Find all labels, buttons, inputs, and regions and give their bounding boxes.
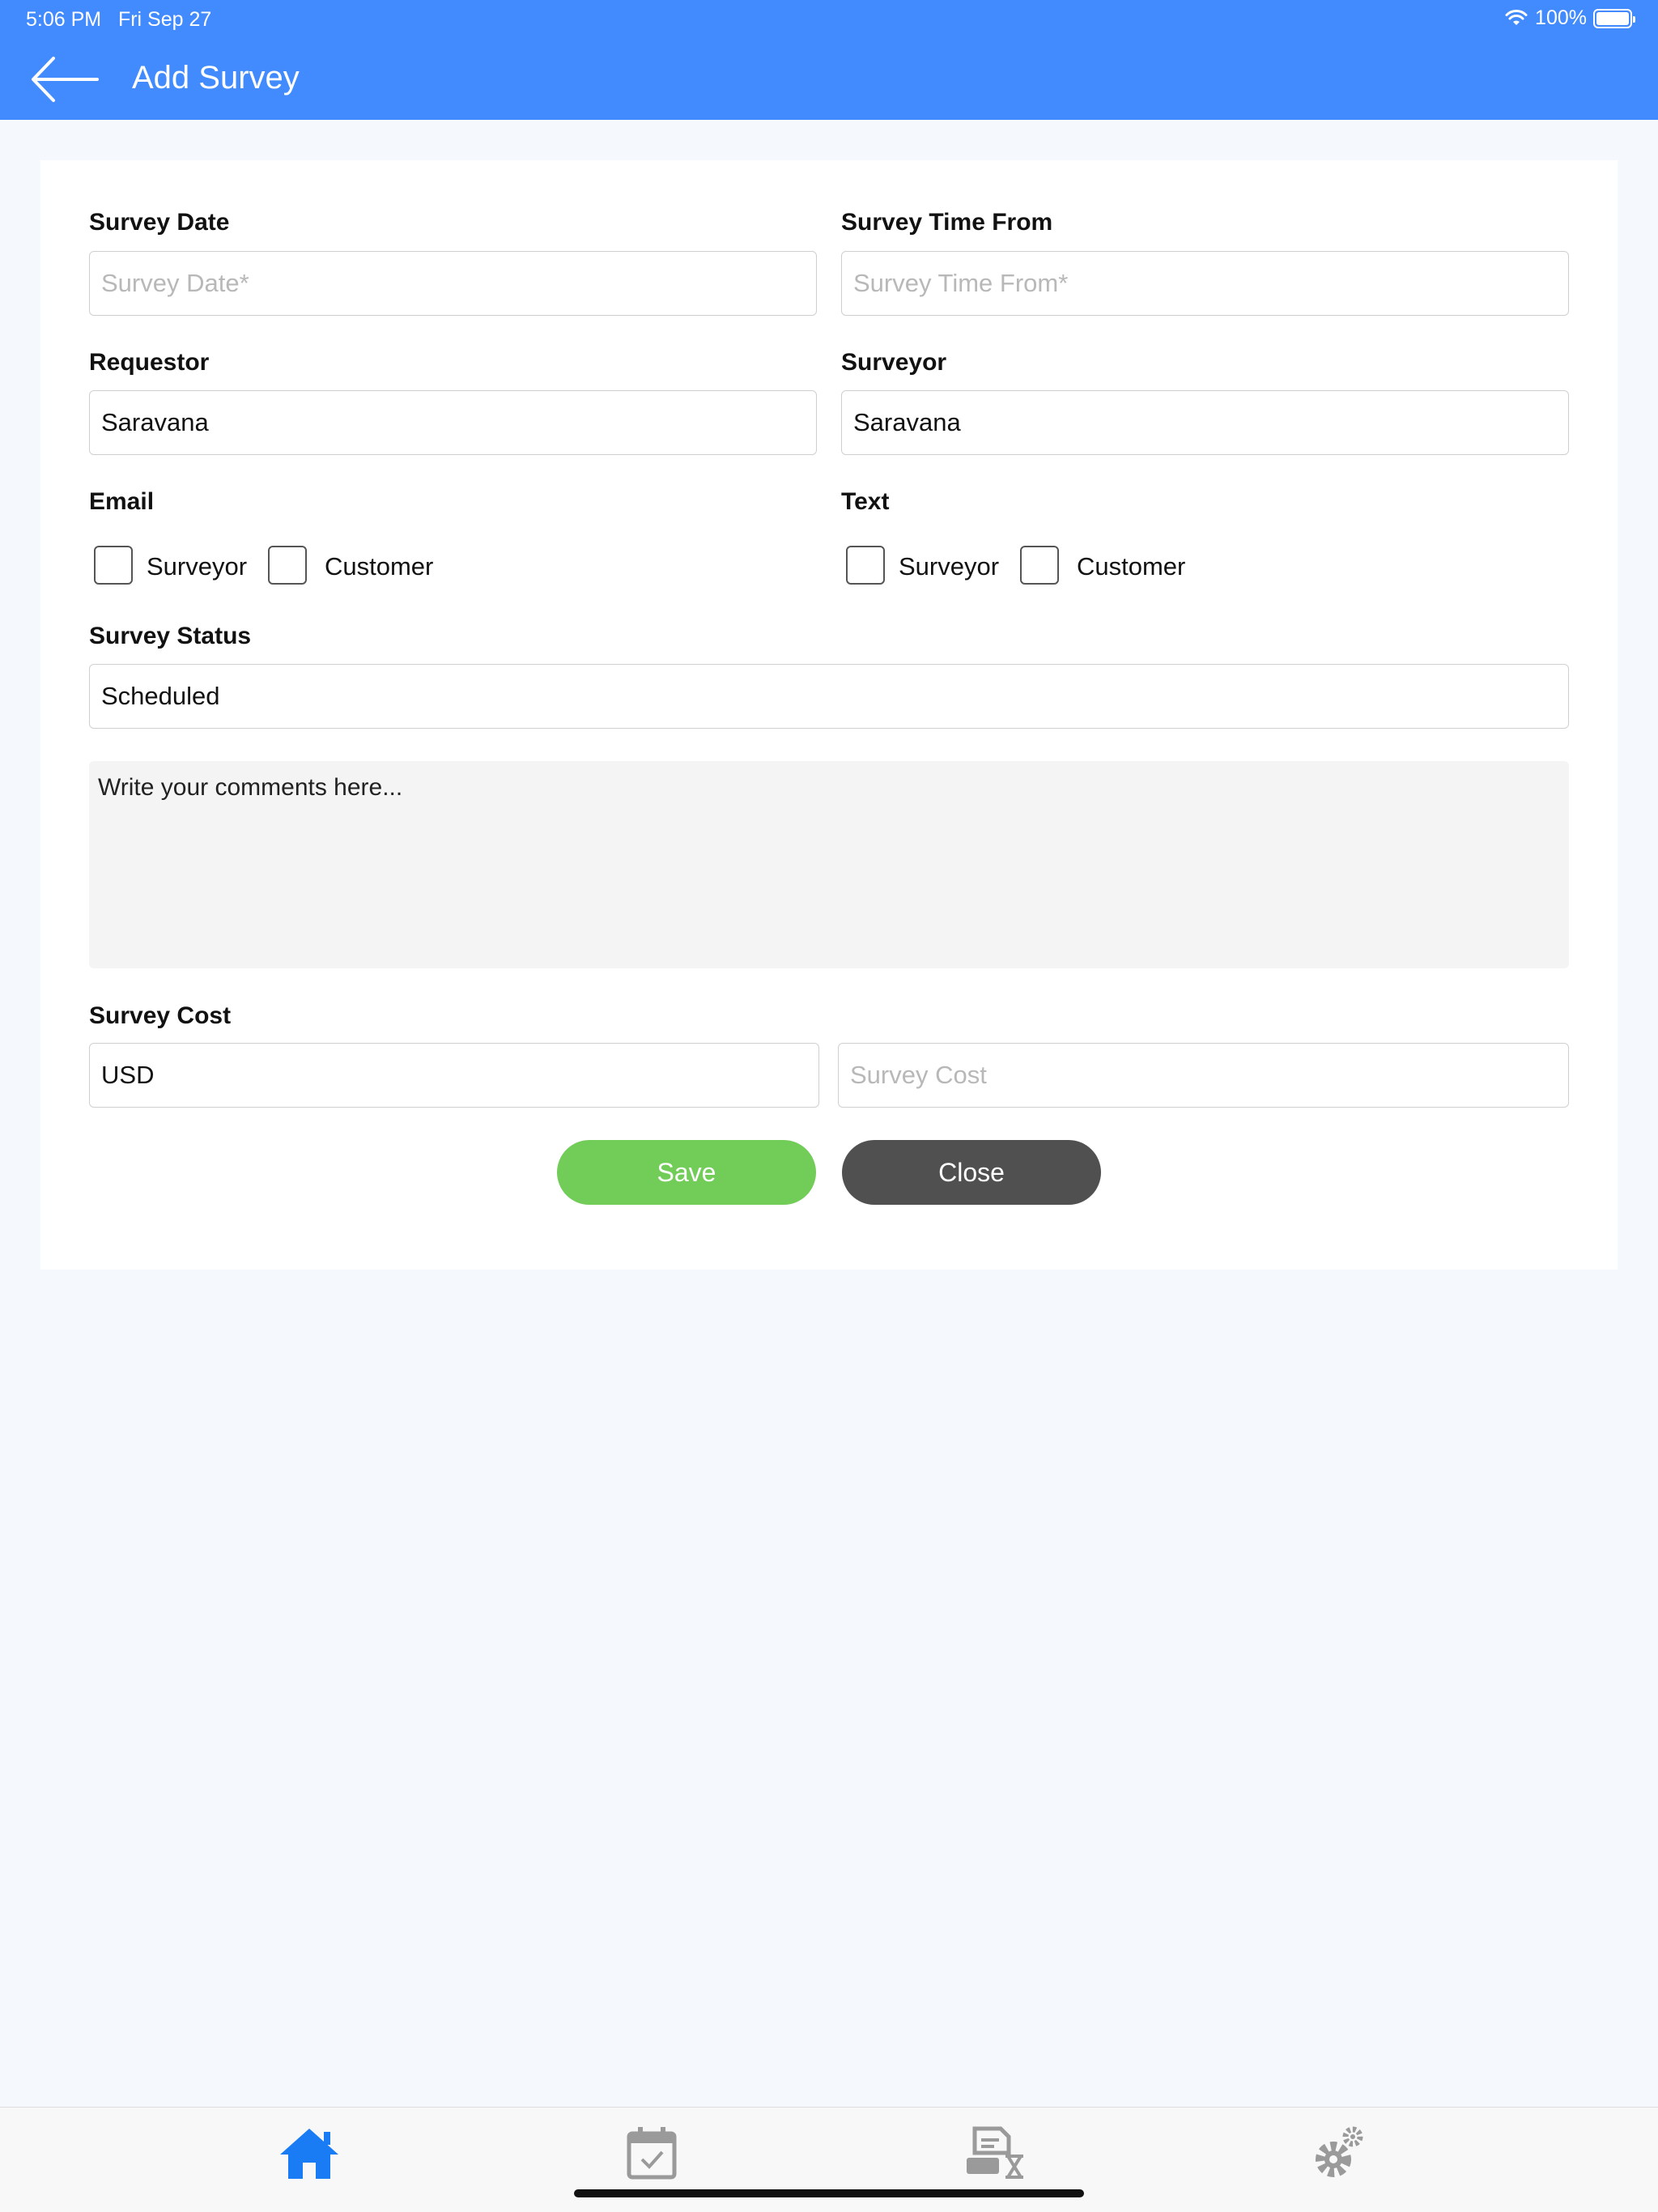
survey-date-label: Survey Date <box>89 209 230 236</box>
arrow-left-icon <box>32 57 99 102</box>
home-icon <box>280 2129 338 2179</box>
save-button[interactable]: Save <box>557 1140 816 1205</box>
tab-pending[interactable] <box>963 2121 1028 2185</box>
requestor-label: Requestor <box>89 349 210 376</box>
tab-settings[interactable] <box>1306 2121 1371 2185</box>
status-time: 5:06 PM Fri Sep 27 <box>26 8 212 31</box>
survey-status-select[interactable] <box>89 664 1569 729</box>
home-indicator <box>574 2189 1084 2197</box>
close-button[interactable]: Close <box>842 1140 1101 1205</box>
requestor-input[interactable] <box>89 390 817 455</box>
survey-status-label: Survey Status <box>89 623 252 649</box>
survey-date-input[interactable] <box>89 251 817 316</box>
battery-icon <box>1593 8 1635 28</box>
survey-time-from-input[interactable] <box>841 251 1569 316</box>
back-button[interactable] <box>29 55 102 104</box>
status-right: 100% <box>1504 6 1635 30</box>
text-surveyor-checkbox[interactable] <box>846 546 885 585</box>
surveyor-label: Surveyor <box>841 349 947 376</box>
email-customer-label: Customer <box>325 552 434 581</box>
tab-home[interactable] <box>277 2121 342 2185</box>
page-title: Add Survey <box>132 60 300 96</box>
nav-bar: Add Survey <box>0 39 1658 120</box>
calendar-check-icon <box>627 2127 677 2180</box>
settings-icon <box>1316 2126 1363 2177</box>
text-label: Text <box>841 488 890 515</box>
currency-select[interactable] <box>89 1043 819 1108</box>
tab-calendar[interactable] <box>619 2121 684 2185</box>
text-customer-checkbox[interactable] <box>1020 546 1059 585</box>
surveyor-input[interactable] <box>841 390 1569 455</box>
survey-form-card: Survey Date Survey Time From Requestor S… <box>40 160 1618 1270</box>
survey-cost-label: Survey Cost <box>89 1002 232 1029</box>
pending-tasks-icon <box>967 2126 1023 2179</box>
email-label: Email <box>89 488 155 515</box>
survey-cost-input[interactable] <box>838 1043 1569 1108</box>
wifi-icon <box>1505 9 1528 25</box>
status-bar: 5:06 PM Fri Sep 27 100% <box>0 0 1658 39</box>
survey-time-from-label: Survey Time From <box>841 209 1053 236</box>
text-surveyor-label: Surveyor <box>899 552 1000 581</box>
comments-textarea[interactable] <box>89 761 1569 968</box>
email-customer-checkbox[interactable] <box>268 546 307 585</box>
email-surveyor-checkbox[interactable] <box>94 546 133 585</box>
email-surveyor-label: Surveyor <box>147 552 248 581</box>
text-customer-label: Customer <box>1077 552 1186 581</box>
battery-percent: 100% <box>1535 6 1587 29</box>
